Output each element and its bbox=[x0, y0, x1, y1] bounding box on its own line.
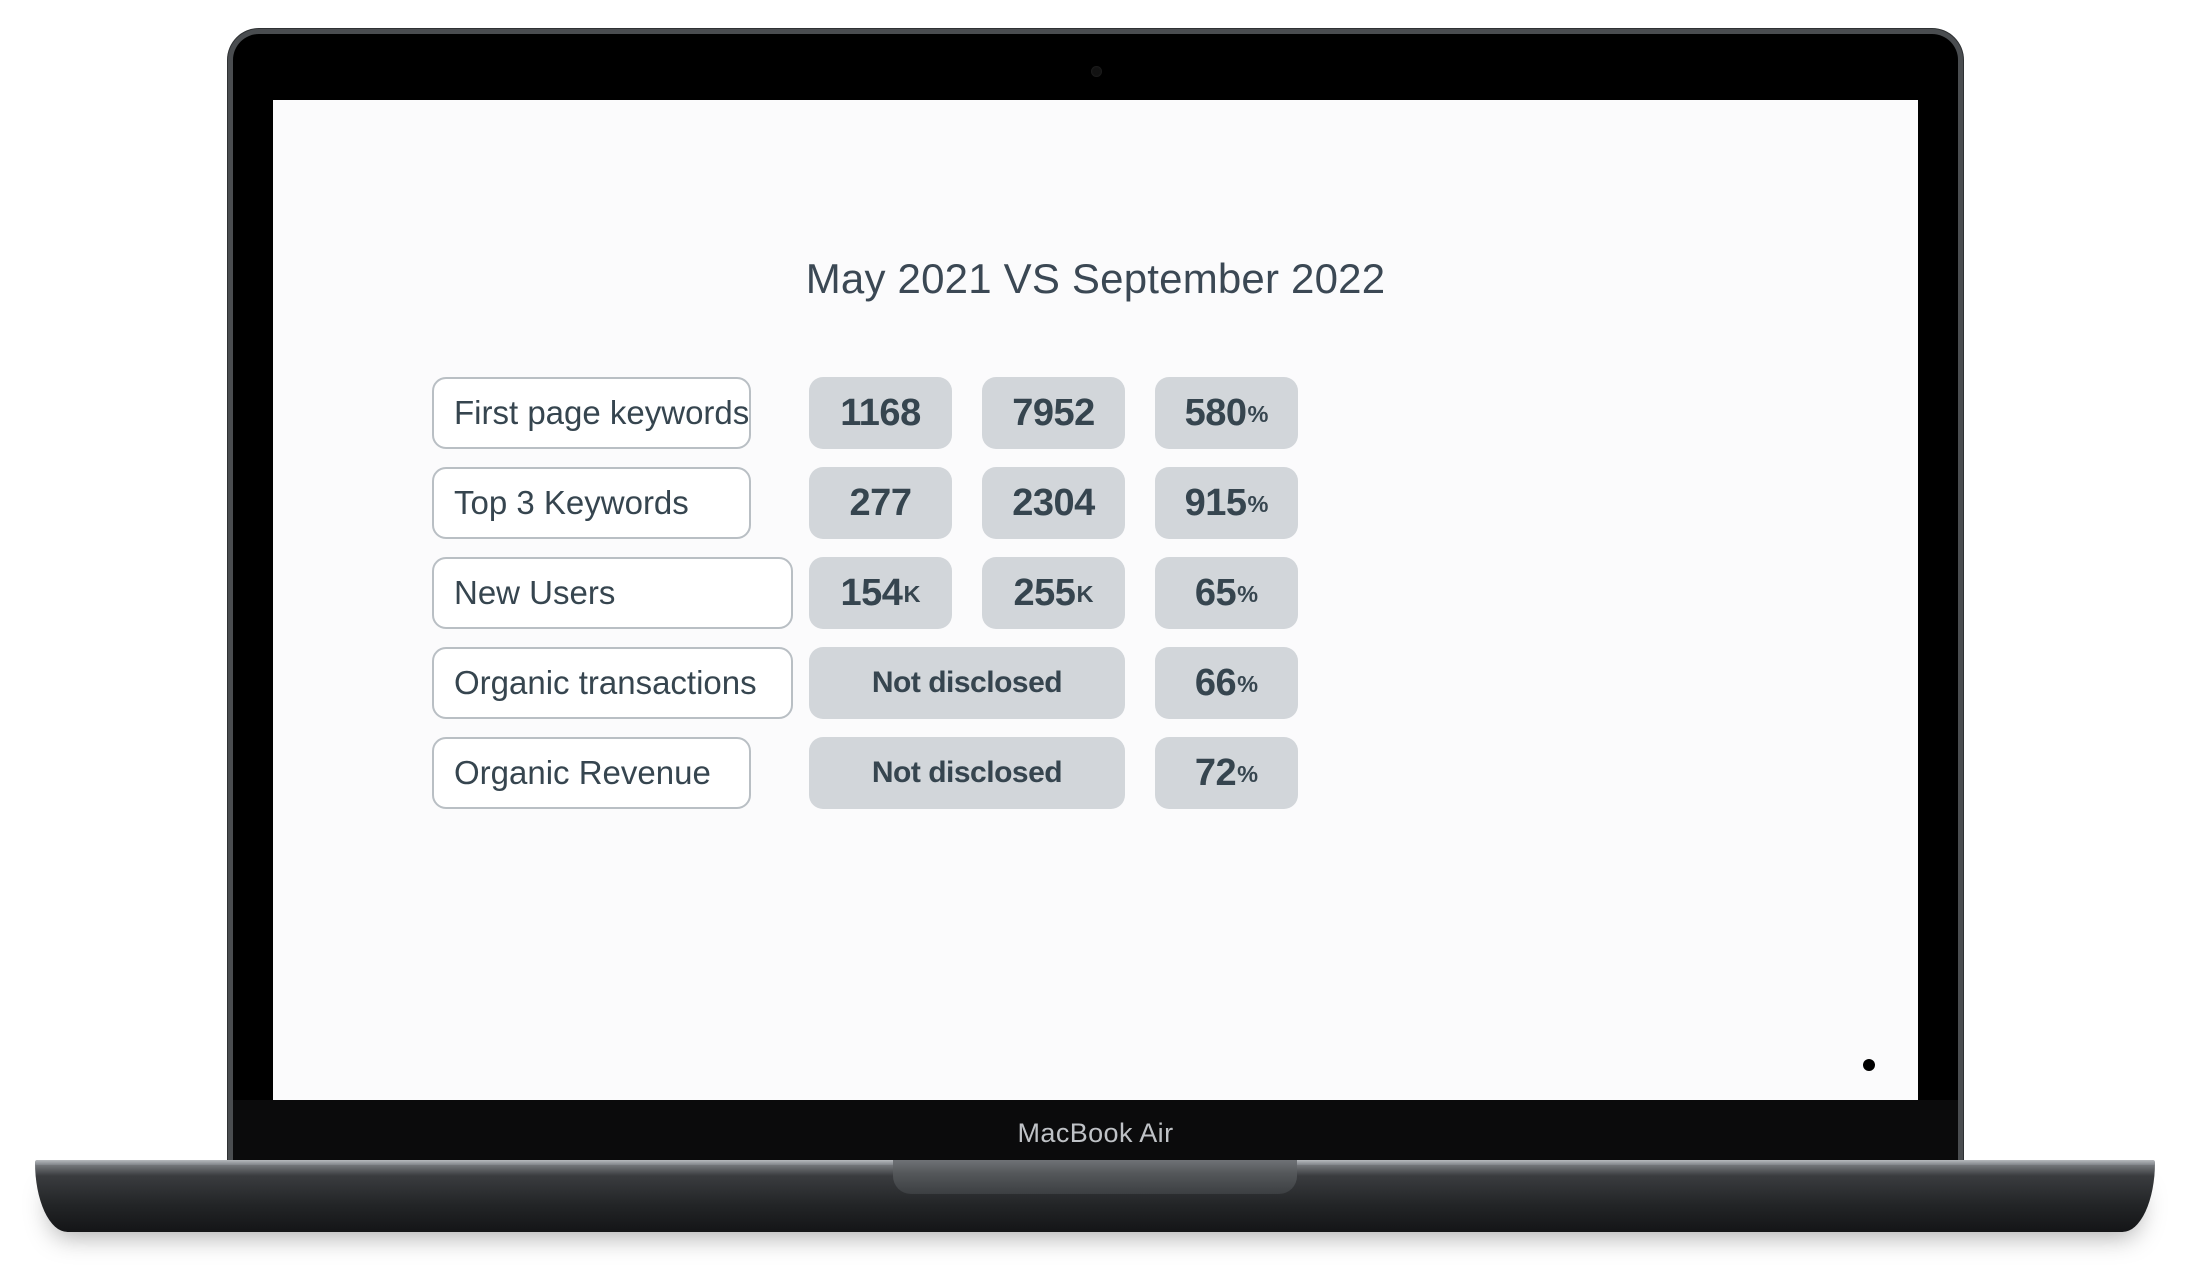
value-merged-text: Not disclosed bbox=[871, 666, 1063, 699]
page-title: May 2021 VS September 2022 bbox=[805, 255, 1386, 302]
value-change-cell: 66% bbox=[1155, 647, 1298, 719]
percent-suffix: % bbox=[1247, 490, 1269, 517]
metric-label-cell: Organic transactions bbox=[432, 647, 793, 719]
table-row: Organic Revenue Not disclosed 72% bbox=[432, 737, 1918, 809]
value-group: 1168 7952 580% bbox=[809, 377, 1298, 449]
value-before-cell: 154 K bbox=[809, 557, 952, 629]
value-after-text: 7952 bbox=[1012, 391, 1095, 434]
metric-label-cell: First page keywords bbox=[432, 377, 751, 449]
value-change-cell: 915% bbox=[1155, 467, 1298, 539]
percent-suffix: % bbox=[1237, 580, 1259, 607]
value-merged-cell: Not disclosed bbox=[809, 647, 1125, 719]
value-change-cell: 65% bbox=[1155, 557, 1298, 629]
laptop-screen: May 2021 VS September 2022 First page ke… bbox=[273, 100, 1918, 1100]
device-brand-label: MacBook Air bbox=[1017, 1117, 1174, 1148]
value-change-cell: 580% bbox=[1155, 377, 1298, 449]
value-change-text: 915 bbox=[1184, 481, 1247, 524]
value-group: 277 2304 915% bbox=[809, 467, 1298, 539]
value-change-cell: 72% bbox=[1155, 737, 1298, 809]
value-merged-cell: Not disclosed bbox=[809, 737, 1125, 809]
percent-suffix: % bbox=[1237, 670, 1259, 697]
metric-label-cell: New Users bbox=[432, 557, 793, 629]
value-change-text: 65 bbox=[1194, 571, 1237, 614]
slide-content: May 2021 VS September 2022 First page ke… bbox=[273, 100, 1918, 1100]
metric-label-cell: Organic Revenue bbox=[432, 737, 751, 809]
value-group: 154 K 255 K 65% bbox=[809, 557, 1298, 629]
value-after-text: 255 bbox=[1013, 571, 1076, 614]
table-row: New Users 154 K 255 K 65% bbox=[432, 557, 1918, 629]
comparison-table: First page keywords 1168 7952 580% Top 3… bbox=[273, 377, 1918, 809]
value-before-text: 154 bbox=[840, 571, 903, 614]
value-before-cell: 1168 bbox=[809, 377, 952, 449]
camera-dot-icon bbox=[1090, 66, 1102, 77]
laptop-base bbox=[35, 1160, 2155, 1232]
value-merged-text: Not disclosed bbox=[871, 756, 1063, 789]
value-change-text: 66 bbox=[1194, 661, 1237, 704]
value-before-cell: 277 bbox=[809, 467, 952, 539]
value-change-text: 580 bbox=[1184, 391, 1247, 434]
base-notch bbox=[893, 1160, 1297, 1194]
value-change-text: 72 bbox=[1194, 751, 1237, 794]
table-row: Organic transactions Not disclosed 66% bbox=[432, 647, 1918, 719]
value-after-cell: 255 K bbox=[982, 557, 1125, 629]
slide-corner-dot bbox=[1863, 1059, 1875, 1071]
laptop-lid: May 2021 VS September 2022 First page ke… bbox=[233, 34, 1958, 1166]
table-row: Top 3 Keywords 277 2304 915% bbox=[432, 467, 1918, 539]
percent-suffix: % bbox=[1247, 400, 1269, 427]
metric-label-cell: Top 3 Keywords bbox=[432, 467, 751, 539]
percent-suffix: % bbox=[1237, 760, 1259, 787]
value-before-text: 277 bbox=[849, 481, 912, 524]
value-after-text: 2304 bbox=[1012, 481, 1095, 524]
value-before-text: 1168 bbox=[840, 391, 921, 434]
value-after-cell: 7952 bbox=[982, 377, 1125, 449]
value-group: Not disclosed 66% bbox=[809, 647, 1298, 719]
screenshot-root: May 2021 VS September 2022 First page ke… bbox=[0, 0, 2190, 1277]
table-row: First page keywords 1168 7952 580% bbox=[432, 377, 1918, 449]
thousand-suffix: K bbox=[903, 580, 921, 607]
value-after-cell: 2304 bbox=[982, 467, 1125, 539]
value-group: Not disclosed 72% bbox=[809, 737, 1298, 809]
thousand-suffix: K bbox=[1076, 580, 1094, 607]
laptop-chin: MacBook Air bbox=[233, 1100, 1958, 1166]
